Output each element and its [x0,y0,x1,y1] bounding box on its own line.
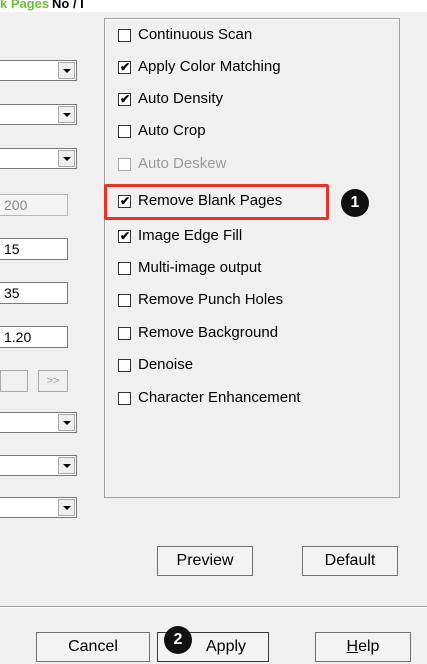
checkmark-icon: ✔ [120,92,131,106]
chevron-down-icon[interactable] [58,499,75,516]
chevron-down-icon[interactable] [58,106,75,123]
option-label: Remove Punch Holes [138,291,284,308]
option-label: Remove Background [138,324,279,341]
checkbox-box[interactable] [118,327,131,340]
page-header: k Pages No / I [0,0,427,12]
setting-dropdown-6[interactable] [0,497,77,518]
option-label: Apply Color Matching [138,58,281,75]
option-label: Auto Crop [138,122,206,139]
option-label: Auto Density [138,90,224,107]
checkbox-box[interactable]: ✔ [118,93,131,106]
header-black-text: No / I [52,0,84,11]
value-field-3[interactable]: 35 [0,282,68,304]
setting-dropdown-5[interactable] [0,455,77,476]
callout-badge-2: 2 [164,626,192,654]
apply-button-label: Apply [206,638,247,655]
checkbox-box[interactable] [118,262,131,275]
chevron-down-icon[interactable] [58,62,75,79]
help-label-rest: elp [358,638,380,655]
header-green-text: k Pages [0,0,50,11]
chevron-down-icon[interactable] [58,457,75,474]
checkbox-box[interactable] [118,125,131,138]
default-button[interactable]: Default [302,546,398,576]
chevron-down-icon[interactable] [58,150,75,167]
setting-dropdown-3[interactable] [0,148,77,169]
checkbox-box[interactable] [118,392,131,405]
option-label: Multi-image output [138,259,262,276]
cancel-button[interactable]: Cancel [36,632,150,662]
callout-badge-1: 1 [341,189,369,217]
option-label: Denoise [138,356,194,373]
value-field-4[interactable]: 1.20 [0,326,68,348]
checkbox-box [118,158,131,171]
chevron-down-icon[interactable] [58,414,75,431]
checkmark-icon: ✔ [120,229,131,243]
nav-prev-button[interactable] [0,370,28,392]
preview-button[interactable]: Preview [157,546,253,576]
highlight-remove-blank-pages [104,184,329,220]
checkbox-box[interactable]: ✔ [118,61,131,74]
setting-dropdown-4[interactable] [0,412,77,433]
help-button[interactable]: Help [315,632,411,662]
value-field-1[interactable]: 200 [0,194,68,216]
nav-next-button[interactable]: >> [38,370,68,392]
divider-highlight [0,607,427,608]
setting-dropdown-2[interactable] [0,104,77,125]
checkmark-icon: ✔ [120,60,131,74]
help-accel-letter: H [346,638,359,655]
setting-dropdown-1[interactable] [0,60,77,81]
option-label: Auto Deskew [138,155,227,172]
checkbox-box[interactable] [118,29,131,42]
value-field-2[interactable]: 15 [0,238,68,260]
checkbox-box[interactable]: ✔ [118,230,131,243]
option-label: Character Enhancement [138,389,301,406]
option-label: Image Edge Fill [138,227,243,244]
option-label: Continuous Scan [138,26,253,43]
checkbox-box[interactable] [118,359,131,372]
checkbox-box[interactable] [118,294,131,307]
